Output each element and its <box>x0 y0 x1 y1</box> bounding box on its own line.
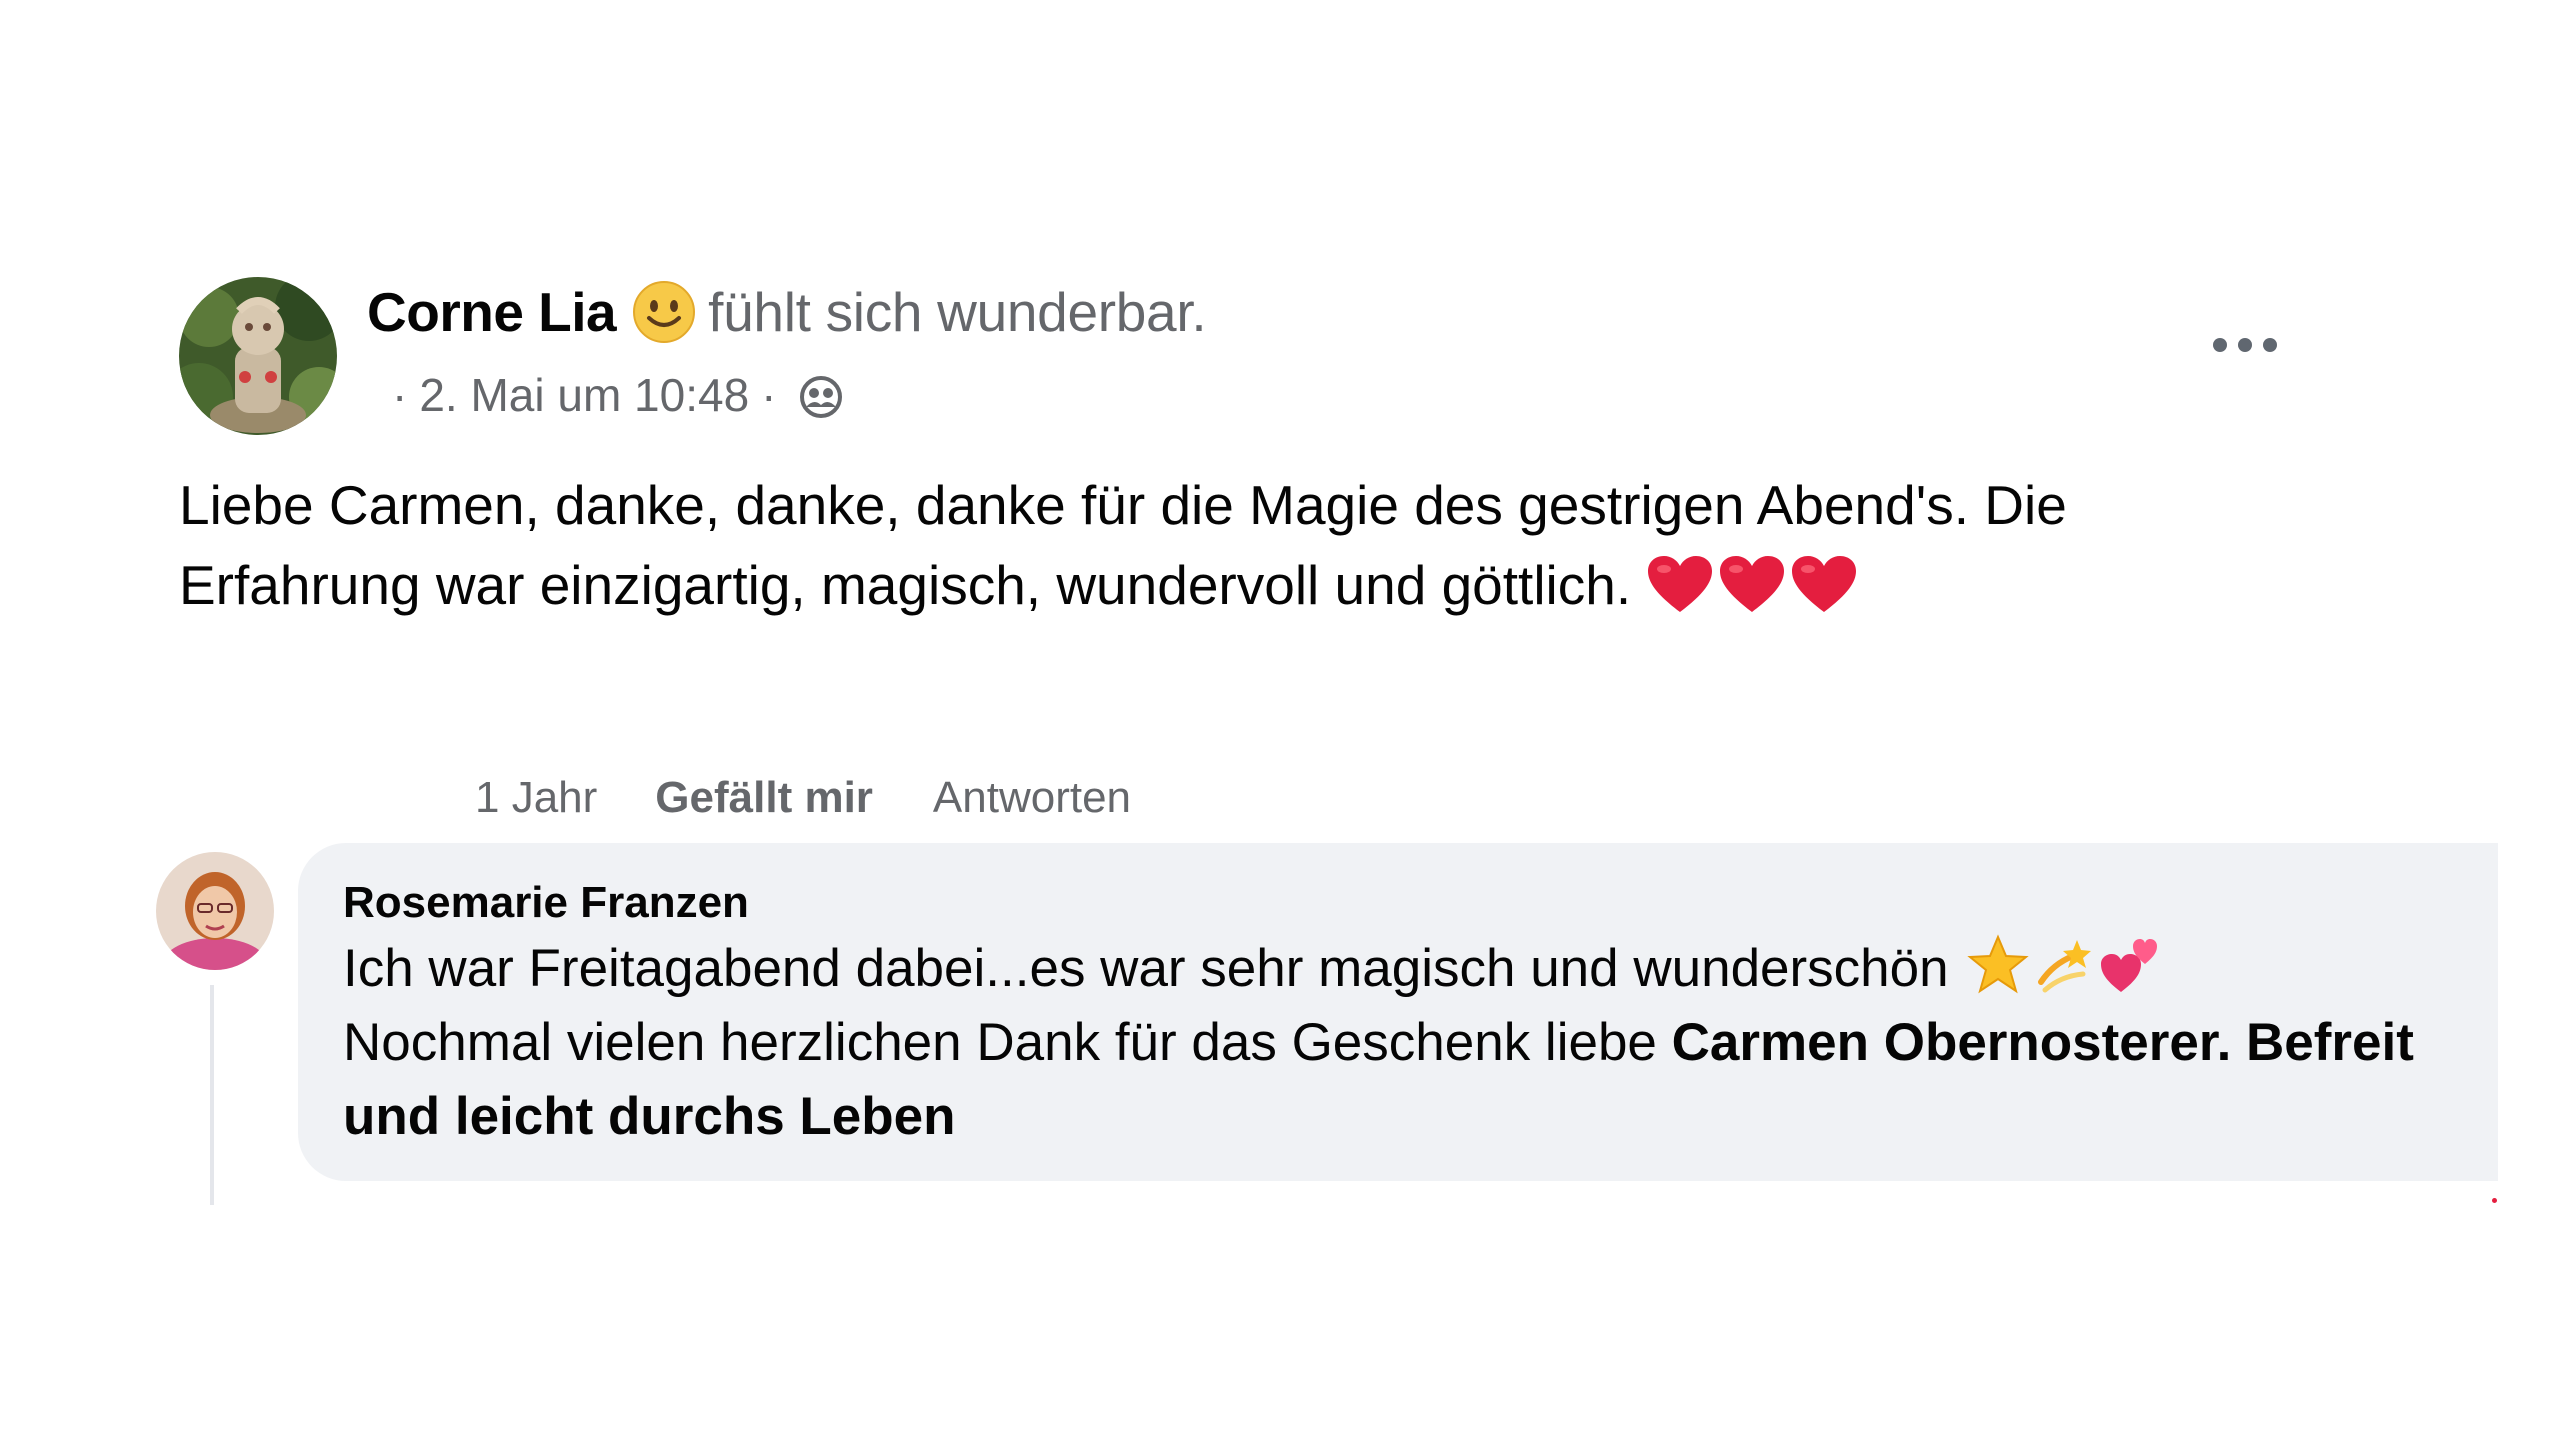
post-author-name[interactable]: Corne Lia <box>367 280 617 344</box>
comment-line-1-text: Ich war Freitagabend dabei...es war sehr… <box>343 939 1949 998</box>
two-hearts-emoji-icon <box>2099 934 2161 996</box>
comment-line-1: Ich war Freitagabend dabei...es war sehr… <box>343 932 2483 1006</box>
comment-author-avatar[interactable] <box>156 852 274 970</box>
red-heart-icon <box>1718 554 1786 616</box>
post-text-line-2-text: Erfahrung war einzigartig, magisch, wund… <box>179 554 1632 616</box>
mentioned-profile-link[interactable]: Carmen Obernosterer. Befreit <box>1672 1013 2414 1072</box>
post-text-line-2: Erfahrung war einzigartig, magisch, wund… <box>179 545 2329 625</box>
meta-separator: · <box>761 369 777 421</box>
meta-separator: · <box>392 369 408 421</box>
avatar-image <box>179 277 337 435</box>
red-dot-marker <box>2492 1198 2497 1203</box>
comment-line-3[interactable]: und leicht durchs Leben <box>343 1080 2483 1154</box>
post-header: Corne Lia fühlt sich wunderbar. <box>367 277 1207 347</box>
more-options-button[interactable] <box>2200 315 2290 375</box>
post-date[interactable]: 2. Mai um 10:48 <box>419 368 749 422</box>
comment-body: Ich war Freitagabend dabei...es war sehr… <box>343 932 2483 1154</box>
post-age[interactable]: 1 Jahr <box>475 773 597 823</box>
friends-audience-icon[interactable] <box>797 371 845 419</box>
post-author-avatar[interactable] <box>179 277 337 435</box>
post-text-line-1: Liebe Carmen, danke, danke, danke für di… <box>179 474 2067 536</box>
comment-author-name[interactable]: Rosemarie Franzen <box>343 878 749 928</box>
smiling-face-emoji-icon <box>632 280 696 344</box>
feeling-text[interactable]: fühlt sich wunderbar. <box>708 280 1206 344</box>
dizzy-star-emoji-icon <box>2033 934 2095 996</box>
more-options-icon <box>2213 338 2277 352</box>
post-meta: · 2. Mai um 10:48 · <box>380 360 845 430</box>
red-heart-icon <box>1790 554 1858 616</box>
comment-line-2-text: Nochmal vielen herzlichen Dank für das G… <box>343 1013 1657 1072</box>
like-button[interactable]: Gefällt mir <box>655 773 873 823</box>
reply-button[interactable]: Antworten <box>933 773 1131 823</box>
post-actions: 1 Jahr Gefällt mir Antworten <box>475 768 1131 828</box>
star-emoji-icon <box>1967 934 2029 996</box>
red-heart-icon <box>1646 554 1714 616</box>
comment-thread-line <box>210 985 214 1205</box>
comment-line-2: Nochmal vielen herzlichen Dank für das G… <box>343 1006 2483 1080</box>
avatar-image <box>156 852 274 970</box>
post-body: Liebe Carmen, danke, danke, danke für di… <box>179 465 2329 625</box>
